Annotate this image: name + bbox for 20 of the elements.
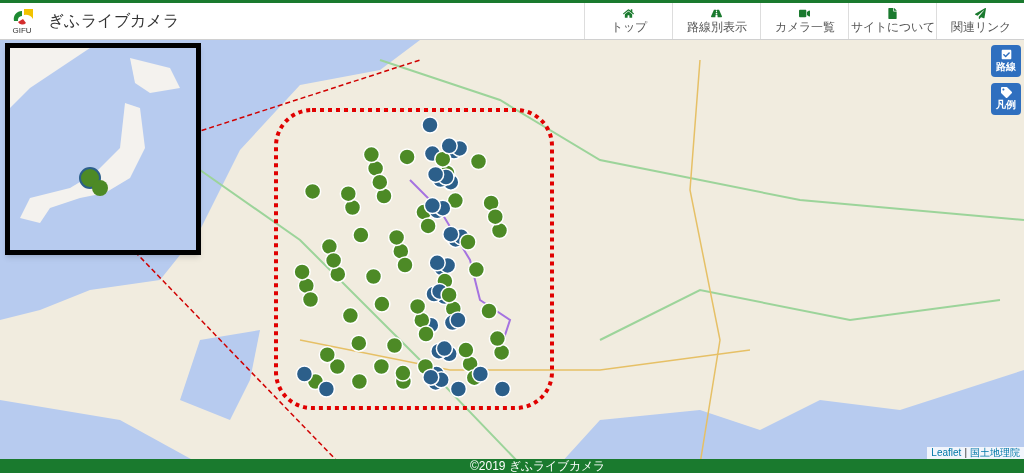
checkbox-icon xyxy=(1000,49,1012,60)
map-control-button[interactable]: 凡例 xyxy=(991,83,1021,115)
attribution-link[interactable]: Leaflet xyxy=(931,447,962,459)
document-icon xyxy=(887,8,898,19)
road-icon xyxy=(711,8,722,19)
copyright-text: ©2019 ぎふライブカメラ xyxy=(470,459,605,473)
logo-text: GIFU xyxy=(12,27,32,35)
nav-link[interactable]: 路線別表示 xyxy=(672,3,760,39)
nav-link[interactable]: トップ xyxy=(584,3,672,39)
paper-plane-icon xyxy=(975,8,986,19)
map-control-button[interactable]: 路線 xyxy=(991,45,1021,77)
home-icon xyxy=(623,8,634,19)
nav-link[interactable]: カメラ一覧 xyxy=(760,3,848,39)
nav-link[interactable]: 関連リンク xyxy=(936,3,1024,39)
site-title: ぎふライブカメラ xyxy=(48,11,180,31)
separator-text: | xyxy=(964,447,967,459)
video-camera-icon xyxy=(799,8,810,19)
attribution-link[interactable]: 国土地理院 xyxy=(970,447,1020,459)
tag-icon xyxy=(1000,87,1012,98)
nav-link[interactable]: サイトについて xyxy=(848,3,936,39)
